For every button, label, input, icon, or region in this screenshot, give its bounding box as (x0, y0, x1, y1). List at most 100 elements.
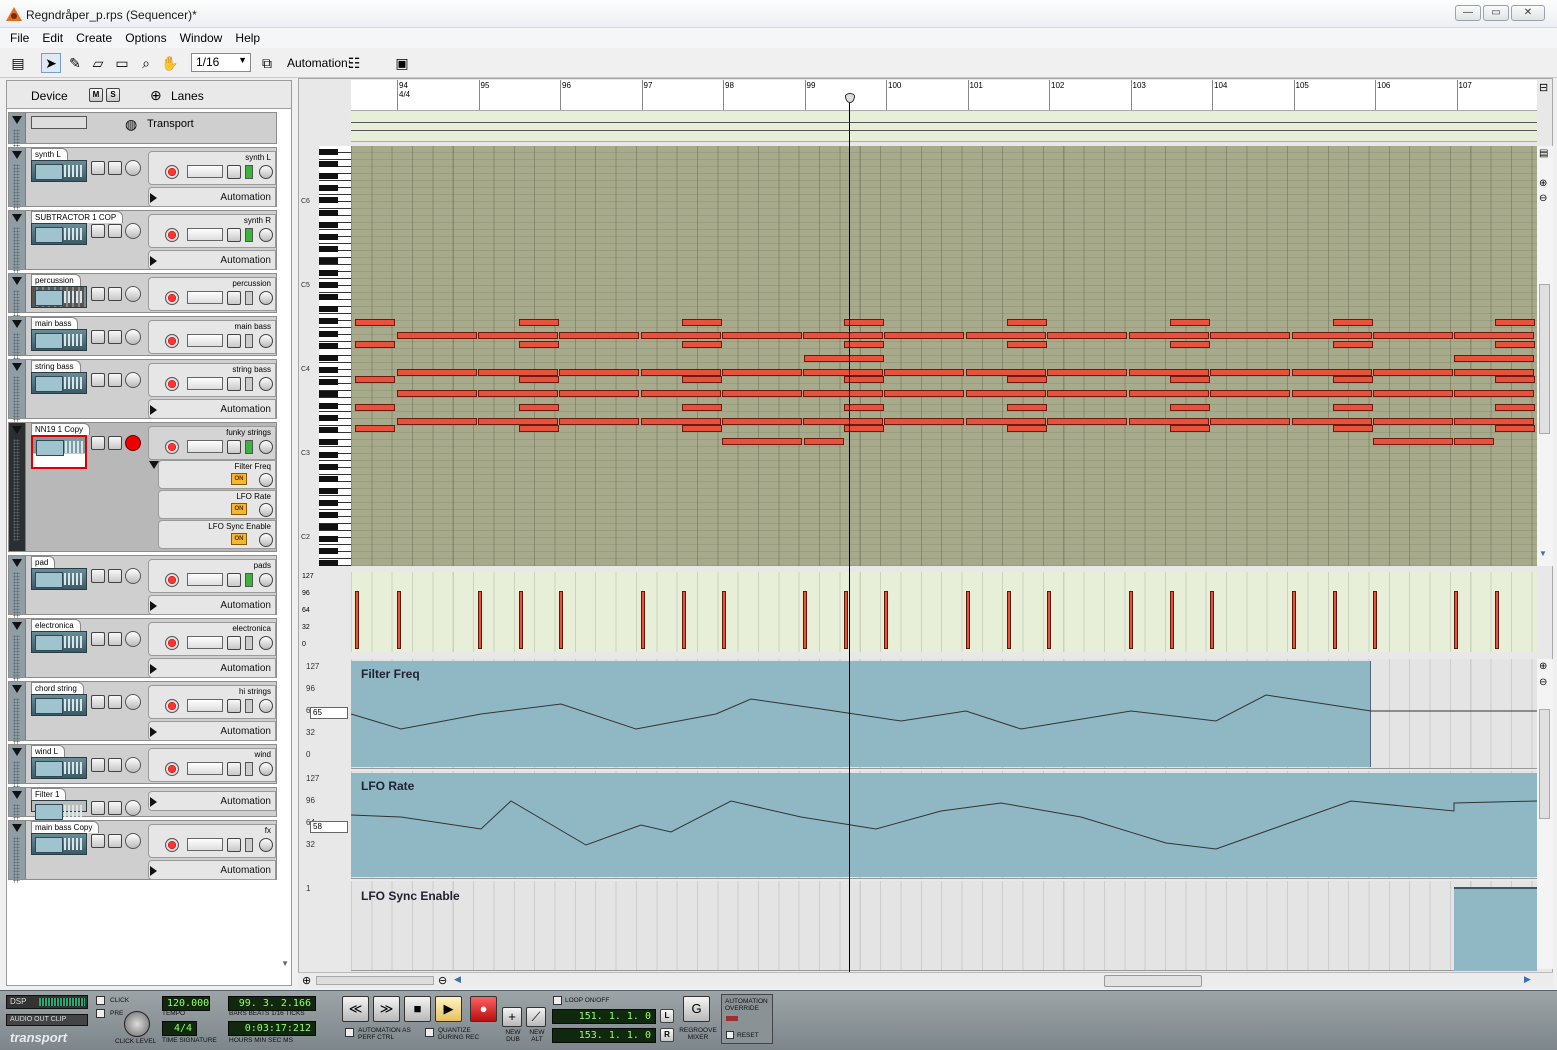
automation-value-box[interactable]: 58 (310, 821, 348, 833)
note-lane[interactable]: percussion (148, 277, 276, 311)
record-enable-button[interactable] (165, 699, 179, 713)
velocity-bar[interactable] (682, 591, 686, 649)
mute-button[interactable] (91, 161, 105, 175)
device-thumbnail[interactable] (31, 223, 87, 245)
track[interactable]: string bass string bass Automation (8, 359, 277, 423)
delete-lane-icon[interactable] (259, 762, 273, 776)
track[interactable]: main bass main bass (8, 316, 277, 364)
razor-tool-icon[interactable]: ▭ (112, 53, 132, 73)
solo-all-button[interactable]: S (106, 88, 120, 102)
collapse-icon[interactable]: ⊟ (1539, 81, 1548, 94)
midi-note[interactable] (1292, 418, 1372, 425)
solo-button[interactable] (108, 834, 122, 848)
play-triangle-icon[interactable] (150, 193, 157, 203)
midi-note[interactable] (1170, 319, 1210, 326)
lane-on-button[interactable]: ON (231, 533, 247, 545)
lane-dropdown[interactable] (187, 762, 223, 775)
automation-wave-icon[interactable] (125, 223, 141, 239)
view-icon[interactable]: ▤ (1539, 148, 1548, 159)
midi-note[interactable] (803, 418, 883, 425)
track-name[interactable]: electronica (31, 619, 81, 631)
expand-triangle-icon[interactable] (12, 320, 22, 328)
track[interactable]: pad pads Automation (8, 555, 277, 619)
automation-lane[interactable]: LFO Rate (351, 771, 1537, 879)
midi-note[interactable] (1007, 341, 1047, 348)
mute-button[interactable] (91, 287, 105, 301)
midi-note[interactable] (844, 376, 884, 383)
automation-row[interactable]: Automation (148, 791, 276, 811)
lane-dropdown[interactable] (187, 636, 223, 649)
delete-lane-icon[interactable] (259, 473, 273, 487)
play-triangle-icon[interactable] (150, 866, 157, 876)
piano-keyboard[interactable] (319, 146, 351, 567)
expand-triangle-icon[interactable] (12, 151, 22, 159)
midi-note[interactable] (1454, 438, 1494, 445)
velocity-bar[interactable] (844, 591, 848, 649)
black-key[interactable] (319, 512, 338, 518)
track-name[interactable]: string bass (31, 360, 81, 372)
velocity-bar[interactable] (519, 591, 523, 649)
automation-wave-icon[interactable] (125, 160, 141, 176)
midi-note[interactable] (1495, 376, 1535, 383)
midi-note[interactable] (722, 438, 802, 445)
record-enable-button[interactable] (165, 228, 179, 242)
midi-note[interactable] (1454, 369, 1534, 376)
menu-help[interactable]: Help (230, 28, 265, 48)
midi-note[interactable] (641, 332, 721, 339)
play-button[interactable]: ▶ (435, 996, 462, 1022)
record-enable-button[interactable] (165, 440, 179, 454)
midi-note[interactable] (722, 369, 802, 376)
track[interactable]: Filter 1 Automation (8, 787, 277, 827)
lane-mute-button[interactable] (227, 334, 241, 348)
menu-create[interactable]: Create (71, 28, 117, 48)
track[interactable]: NN19 1 Copy funky strings Filter Freq ON LFO… (8, 422, 277, 552)
midi-note[interactable] (519, 404, 559, 411)
expand-triangle-icon[interactable] (12, 426, 22, 434)
zoom-out-icon[interactable]: ⊖ (1539, 677, 1547, 688)
solo-button[interactable] (108, 632, 122, 646)
loop-checkbox[interactable] (553, 996, 562, 1005)
velocity-bar[interactable] (1129, 591, 1133, 649)
midi-note[interactable] (844, 425, 884, 432)
delete-lane-icon[interactable] (259, 377, 273, 391)
auto-vscroll[interactable]: ⊕ ⊖ (1537, 659, 1553, 969)
automation-param-lane[interactable]: LFO Sync Enable ON (158, 520, 276, 549)
play-triangle-icon[interactable] (150, 797, 157, 807)
black-key[interactable] (319, 306, 338, 313)
horizontal-scroll[interactable]: ⊕ ⊖ ◀ ▶ (298, 972, 1553, 988)
device-thumbnail[interactable] (31, 757, 87, 779)
black-key[interactable] (319, 149, 338, 155)
note-lane[interactable]: main bass (148, 320, 276, 354)
device-thumbnail[interactable] (31, 329, 87, 351)
black-key[interactable] (319, 282, 338, 289)
expand-triangle-icon[interactable] (12, 791, 22, 799)
expand-triangle-icon[interactable] (149, 461, 159, 469)
midi-note[interactable] (355, 404, 395, 411)
track-name[interactable]: Filter 1 (31, 788, 67, 800)
device-thumbnail[interactable] (31, 833, 87, 855)
automation-clip[interactable] (1454, 887, 1537, 971)
midi-note[interactable] (397, 369, 477, 376)
midi-note[interactable] (519, 376, 559, 383)
black-key[interactable] (319, 209, 338, 216)
midi-note[interactable] (355, 319, 395, 326)
midi-note[interactable] (682, 425, 722, 432)
velocity-bar[interactable] (478, 591, 482, 649)
menu-file[interactable]: File (5, 28, 34, 48)
maximize-button[interactable]: ▭ (1483, 5, 1509, 21)
delete-lane-icon[interactable] (259, 533, 273, 547)
midi-note[interactable] (1373, 438, 1453, 445)
midi-note[interactable] (519, 341, 559, 348)
play-triangle-icon[interactable] (150, 664, 157, 674)
black-key[interactable] (319, 451, 338, 458)
eraser-tool-icon[interactable]: ▱ (88, 53, 108, 73)
zoom-in-icon[interactable]: ⊕ (302, 974, 311, 987)
delete-lane-icon[interactable] (259, 573, 273, 587)
midi-note[interactable] (722, 390, 802, 397)
midi-note[interactable] (1210, 390, 1290, 397)
lane-dropdown[interactable] (187, 334, 223, 347)
automation-wave-icon[interactable] (125, 435, 141, 451)
click-checkbox[interactable] (96, 996, 105, 1005)
automation-row[interactable]: Automation (148, 595, 276, 615)
midi-note[interactable] (803, 332, 883, 339)
